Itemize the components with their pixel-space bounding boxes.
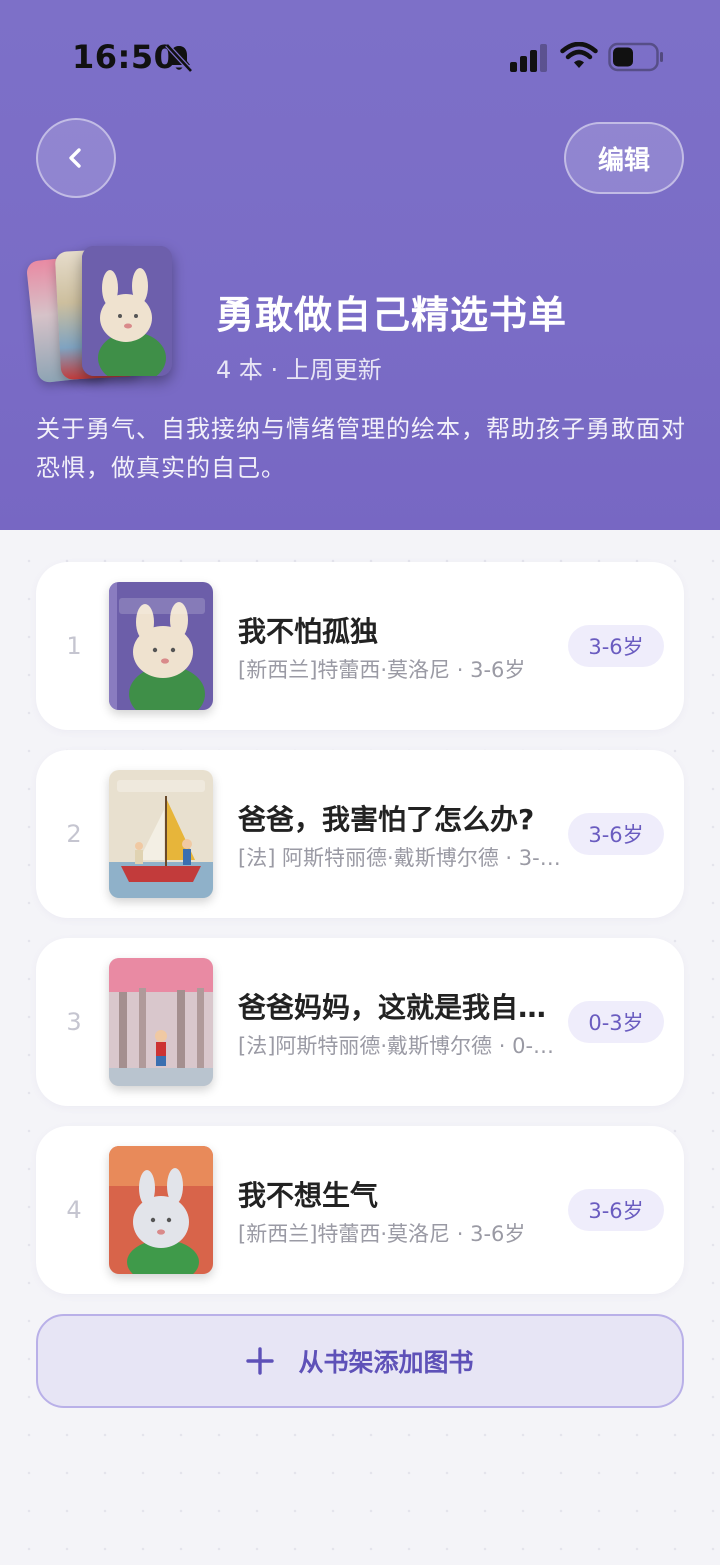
book-title: 我不怕孤独 (238, 615, 379, 648)
book-author: [新西兰]特蕾西·莫洛尼 · 3-6岁 (238, 1222, 526, 1246)
age-badge: 3-6岁 (568, 813, 664, 855)
book-card[interactable]: 2 爸爸，我害怕了怎么办? [法] 阿斯特丽德·戴斯博尔德 · 3-6岁 3-6… (36, 750, 684, 918)
book-cover (109, 770, 213, 898)
booklist-meta: 4 本 · 上周更新 (216, 356, 382, 384)
age-badge: 0-3岁 (568, 1001, 664, 1043)
booklist-title: 勇敢做自己精选书单 (216, 293, 568, 337)
book-author: [新西兰]特蕾西·莫洛尼 · 3-6岁 (238, 658, 526, 682)
book-author: [法] 阿斯特丽德·戴斯博尔德 · 3-6岁 (238, 846, 564, 870)
bell-slash-icon (165, 43, 193, 73)
book-index: 1 (66, 632, 82, 660)
book-index: 3 (66, 1008, 82, 1036)
book-card[interactable]: 1 我不怕孤独 [新西兰]特蕾西·莫洛尼 · 3-6岁 3-6岁 (36, 562, 684, 730)
booklist-header: 16:50 编辑 勇敢做自己精选书单 4 本 · 上周更新 关于勇气、自我接纳与… (0, 0, 720, 530)
wifi-icon (560, 42, 598, 68)
plus-icon (246, 1347, 275, 1375)
book-card[interactable]: 3 爸爸妈妈，这就是我自己喜欢的! [法]阿斯特丽德·戴斯博尔德 · 0-3岁 … (36, 938, 684, 1106)
signal-icon (510, 44, 547, 72)
status-bar: 16:50 (0, 0, 720, 110)
add-from-shelf-button[interactable]: 从书架添加图书 (36, 1314, 684, 1408)
book-author: [法]阿斯特丽德·戴斯博尔德 · 0-3岁 (238, 1034, 564, 1058)
stack-cover-1 (82, 246, 172, 376)
booklist-cover-stack (25, 240, 188, 390)
book-title: 我不想生气 (238, 1179, 379, 1212)
book-cover (109, 1146, 213, 1274)
status-time: 16:50 (72, 38, 177, 76)
bunny-cover-illustration (82, 246, 172, 376)
booklist-description: 关于勇气、自我接纳与情绪管理的绘本，帮助孩子勇敢面对恐惧，做真实的自己。 (36, 415, 686, 482)
age-badge: 3-6岁 (568, 625, 664, 667)
book-card[interactable]: 4 我不想生气 [新西兰]特蕾西·莫洛尼 · 3-6岁 3-6岁 (36, 1126, 684, 1294)
edit-button[interactable]: 编辑 (564, 122, 684, 194)
book-index: 4 (66, 1196, 82, 1224)
book-title: 爸爸妈妈，这就是我自己喜欢的! (238, 991, 558, 1024)
book-index: 2 (66, 820, 82, 848)
age-badge: 3-6岁 (568, 1189, 664, 1231)
add-from-shelf-label: 从书架添加图书 (298, 1348, 474, 1377)
book-cover (109, 958, 213, 1086)
book-title: 爸爸，我害怕了怎么办? (238, 803, 535, 836)
back-button[interactable] (36, 118, 116, 198)
book-cover (109, 582, 213, 710)
battery-icon (608, 42, 663, 72)
chevron-left-icon (69, 148, 81, 168)
